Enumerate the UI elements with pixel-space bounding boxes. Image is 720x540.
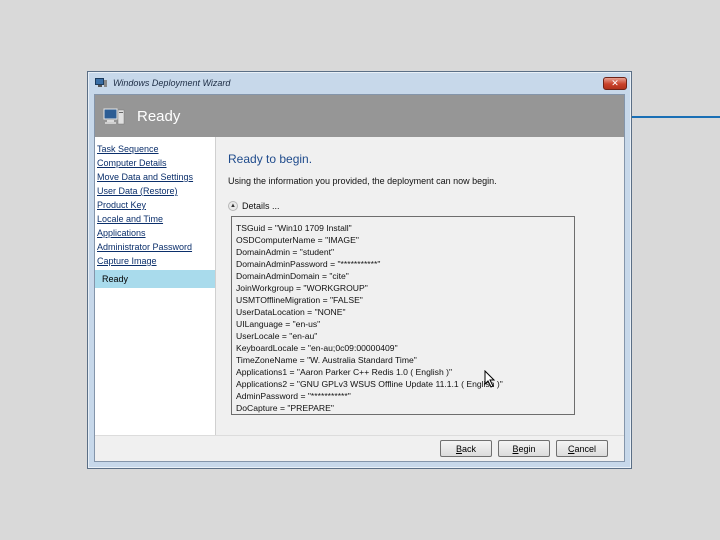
title-bar[interactable]: Windows Deployment Wizard ✕ xyxy=(88,72,631,94)
sidebar-item-computer-details[interactable]: Computer Details xyxy=(97,158,167,168)
back-button[interactable]: Back xyxy=(440,440,492,457)
detail-line: TimeZoneName = "W. Australia Standard Ti… xyxy=(236,355,417,365)
details-toggle[interactable]: ▲ Details ... xyxy=(228,201,280,211)
header-banner: Ready xyxy=(95,95,624,137)
wizard-window: Windows Deployment Wizard ✕ Ready Task S… xyxy=(87,71,632,469)
detail-line: Applications1 = "Aaron Parker C++ Redis … xyxy=(236,367,453,377)
detail-line: TSGuid = "Win10 1709 Install" xyxy=(236,223,352,233)
mouse-pointer-icon xyxy=(484,370,496,388)
close-icon: ✕ xyxy=(611,78,619,89)
detail-line: JoinWorkgroup = "WORKGROUP" xyxy=(236,283,368,293)
details-textbox[interactable]: TSGuid = "Win10 1709 Install" OSDCompute… xyxy=(231,216,575,415)
sidebar-item-administrator-password[interactable]: Administrator Password xyxy=(97,242,192,252)
cancel-button[interactable]: Cancel xyxy=(556,440,608,457)
detail-line: DomainAdminDomain = "cite" xyxy=(236,271,349,281)
detail-line: DomainAdmin = "student" xyxy=(236,247,335,257)
sidebar-item-locale-time[interactable]: Locale and Time xyxy=(97,214,163,224)
begin-button[interactable]: Begin xyxy=(498,440,550,457)
deployment-computer-icon xyxy=(103,108,125,125)
wizard-steps-sidebar: Task Sequence Computer Details Move Data… xyxy=(95,137,216,435)
detail-line: USMTOfflineMigration = "FALSE" xyxy=(236,295,363,305)
detail-line: AdminPassword = "***********" xyxy=(236,391,351,401)
detail-line: DoCapture = "PREPARE" xyxy=(236,403,334,413)
sidebar-item-move-data[interactable]: Move Data and Settings xyxy=(97,172,193,182)
content-heading: Ready to begin. xyxy=(228,152,313,166)
window-title: Windows Deployment Wizard xyxy=(113,78,231,88)
sidebar-item-capture-image[interactable]: Capture Image xyxy=(97,256,157,266)
sidebar-item-user-data-restore[interactable]: User Data (Restore) xyxy=(97,186,178,196)
page-title: Ready xyxy=(137,107,181,125)
detail-line: UserLocale = "en-au" xyxy=(236,331,318,341)
detail-line: OSDComputerName = "IMAGE" xyxy=(236,235,359,245)
sidebar-item-applications[interactable]: Applications xyxy=(97,228,146,238)
close-button[interactable]: ✕ xyxy=(603,77,627,90)
detail-line: UILanguage = "en-us" xyxy=(236,319,321,329)
content-description: Using the information you provided, the … xyxy=(228,176,497,186)
detail-line: Applications2 = "GNU GPLv3 WSUS Offline … xyxy=(236,379,503,389)
sidebar-item-task-sequence[interactable]: Task Sequence xyxy=(97,144,159,154)
detail-line: KeyboardLocale = "en-au;0c09:00000409" xyxy=(236,343,398,353)
cancel-button-label: Cancel xyxy=(567,443,596,454)
sidebar-item-ready[interactable]: Ready xyxy=(95,270,215,288)
wizard-client-area: Ready Task Sequence Computer Details Mov… xyxy=(94,94,625,462)
details-label: Details ... xyxy=(242,201,280,211)
sidebar-item-ready-label: Ready xyxy=(102,274,129,284)
main-content: Ready to begin. Using the information yo… xyxy=(216,137,624,435)
begin-button-label: Begin xyxy=(512,443,536,454)
back-button-label: Back xyxy=(455,443,477,454)
detail-line: UserDataLocation = "NONE" xyxy=(236,307,346,317)
sidebar-item-product-key[interactable]: Product Key xyxy=(97,200,146,210)
background-accent-line xyxy=(632,116,720,118)
detail-line: DomainAdminPassword = "***********" xyxy=(236,259,381,269)
chevron-up-icon: ▲ xyxy=(228,201,238,211)
wizard-footer: Back Begin Cancel xyxy=(95,435,624,461)
computer-icon xyxy=(95,78,107,87)
